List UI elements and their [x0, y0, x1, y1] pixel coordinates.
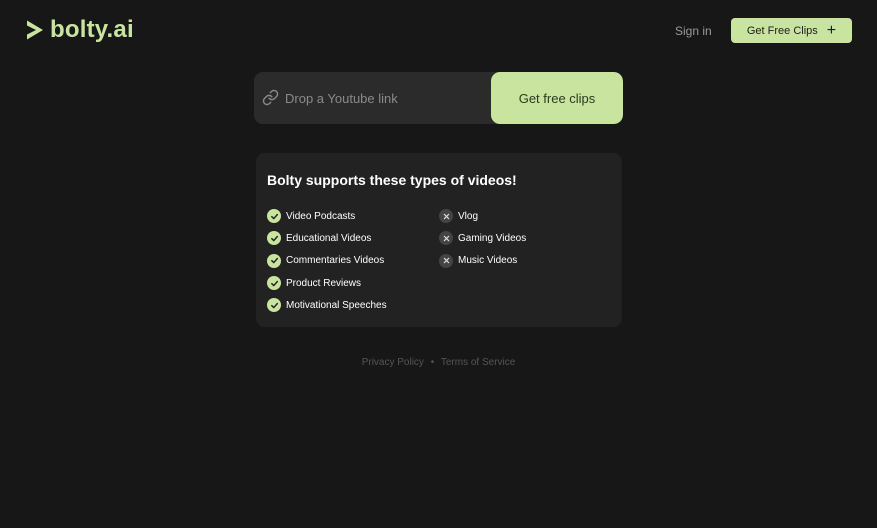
brand-name: bolty.ai [50, 16, 134, 43]
check-icon [267, 276, 281, 291]
supported-item-label: Motivational Speeches [286, 299, 387, 311]
unsupported-item-label: Music Videos [458, 255, 518, 267]
supported-item-label: Educational Videos [286, 232, 372, 244]
supported-item: Video Podcasts [267, 205, 387, 227]
get-free-clips-submit-button[interactable]: Get free clips [491, 72, 623, 124]
supported-item-label: Product Reviews [286, 277, 362, 289]
supported-item: Commentaries Videos [267, 250, 387, 272]
footer-separator: • [430, 357, 435, 368]
terms-of-service-link[interactable]: Terms of Service [441, 357, 515, 368]
footer: Privacy Policy • Terms of Service [0, 356, 877, 370]
play-logo-icon [27, 20, 43, 40]
supported-item-label: Commentaries Videos [286, 255, 385, 267]
youtube-link-form: Get free clips [254, 72, 623, 124]
unsupported-item-label: Vlog [458, 210, 479, 222]
logo[interactable]: bolty.ai [25, 15, 134, 45]
x-icon [439, 253, 453, 268]
get-free-clips-label: Get Free Clips [746, 24, 818, 37]
unsupported-item-label: Gaming Videos [458, 232, 527, 244]
unsupported-item: Music Videos [439, 250, 526, 272]
card-title: Bolty supports these types of videos! [267, 172, 517, 188]
supported-item: Educational Videos [267, 227, 387, 249]
unsupported-list: Vlog Gaming Videos Music Videos [439, 205, 526, 272]
check-icon [267, 298, 281, 313]
x-icon [439, 231, 453, 246]
link-icon [262, 89, 279, 106]
signin-link[interactable]: Sign in [675, 24, 712, 38]
check-icon [267, 209, 281, 224]
supported-item-label: Video Podcasts [286, 210, 356, 222]
privacy-policy-link[interactable]: Privacy Policy [362, 357, 424, 368]
supported-list: Video Podcasts Educational Videos Commen… [267, 205, 387, 316]
supported-item: Motivational Speeches [267, 294, 387, 316]
supported-item: Product Reviews [267, 272, 387, 294]
check-icon [267, 253, 281, 268]
get-free-clips-button[interactable]: Get Free Clips + [731, 18, 852, 43]
youtube-link-input[interactable] [285, 72, 485, 124]
plus-icon: + [826, 21, 837, 39]
supported-video-types-card: Bolty supports these types of videos! Vi… [256, 153, 622, 327]
unsupported-item: Vlog [439, 205, 526, 227]
unsupported-item: Gaming Videos [439, 227, 526, 249]
x-icon [439, 209, 453, 224]
check-icon [267, 231, 281, 246]
